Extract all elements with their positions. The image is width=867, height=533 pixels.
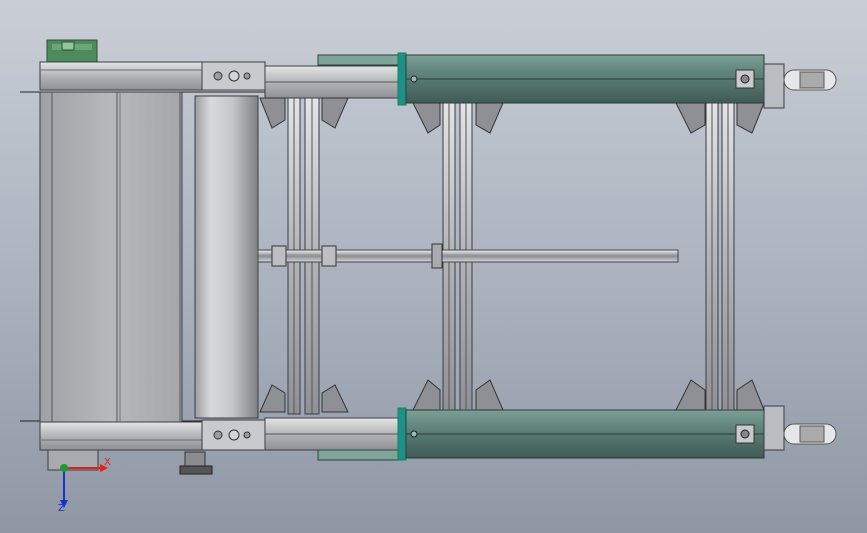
- cad-model-drawing: [20, 39, 837, 508]
- upper-cross-beam: [264, 65, 401, 99]
- motor-housing: [46, 39, 98, 63]
- conveyor-belt: [39, 91, 183, 423]
- 3d-viewport[interactable]: X Z: [0, 0, 867, 533]
- x-axis-label: X: [104, 457, 111, 468]
- coordinate-triad: [60, 464, 108, 508]
- z-axis-label: Z: [58, 503, 65, 514]
- drive-roller: [194, 95, 259, 419]
- lower-cross-beam: [264, 417, 401, 451]
- top-left-frame-beam: [20, 61, 270, 93]
- bottom-left-frame-beam: [20, 419, 270, 475]
